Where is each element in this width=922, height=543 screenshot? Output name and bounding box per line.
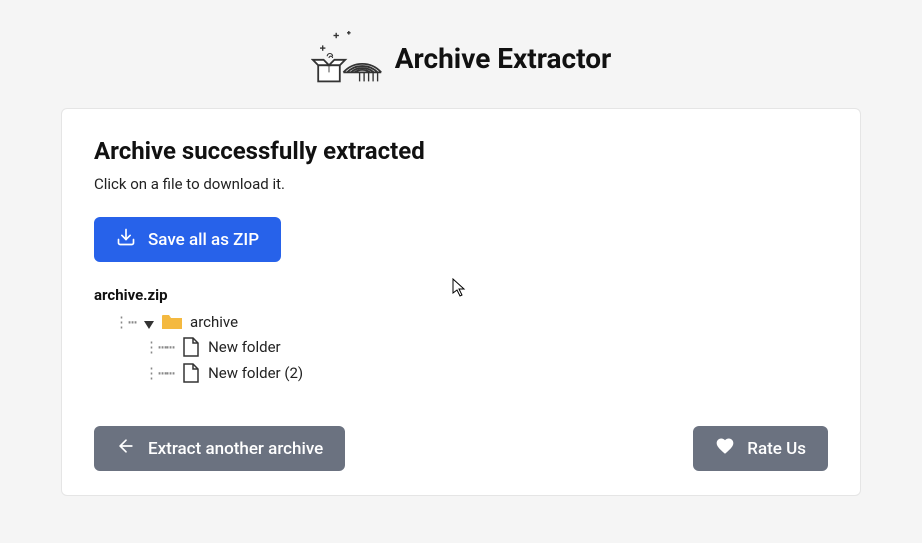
result-subtitle: Click on a file to download it. [94, 175, 828, 193]
save-all-zip-label: Save all as ZIP [148, 230, 259, 250]
folder-icon [162, 314, 182, 330]
save-all-zip-button[interactable]: Save all as ZIP [94, 217, 281, 262]
app-logo-icon [311, 28, 383, 88]
tree-item-label: New folder [208, 338, 281, 356]
file-tree: archive.zip ⋮⋯ archive ⋮⋯⋯ [94, 286, 828, 386]
tree-file-item[interactable]: ⋮⋯⋯ New folder (2) [94, 360, 828, 386]
tree-connector-icon: ⋮⋯⋯ [144, 338, 174, 356]
app-header: Archive Extractor [40, 20, 882, 88]
file-icon [182, 337, 200, 357]
tree-connector-icon: ⋮⋯ [114, 313, 136, 331]
tree-connector-icon: ⋮⋯⋯ [144, 364, 174, 382]
footer-actions: Extract another archive Rate Us [94, 426, 828, 471]
rate-us-label: Rate Us [747, 439, 806, 459]
tree-folder-item[interactable]: ⋮⋯ archive [94, 310, 828, 334]
file-icon [182, 363, 200, 383]
arrow-left-icon [116, 436, 136, 461]
extract-another-button[interactable]: Extract another archive [94, 426, 345, 471]
heart-icon [715, 436, 735, 461]
result-title: Archive successfully extracted [94, 137, 828, 165]
tree-item-label: New folder (2) [208, 364, 303, 382]
result-card: Archive successfully extracted Click on … [61, 108, 861, 496]
download-icon [116, 227, 136, 252]
app-title: Archive Extractor [395, 42, 612, 75]
tree-root-label[interactable]: archive.zip [94, 286, 828, 304]
extract-another-label: Extract another archive [148, 439, 323, 459]
rate-us-button[interactable]: Rate Us [693, 426, 828, 471]
tree-collapse-icon[interactable] [144, 317, 154, 327]
tree-file-item[interactable]: ⋮⋯⋯ New folder [94, 334, 828, 360]
tree-item-label: archive [190, 313, 238, 331]
